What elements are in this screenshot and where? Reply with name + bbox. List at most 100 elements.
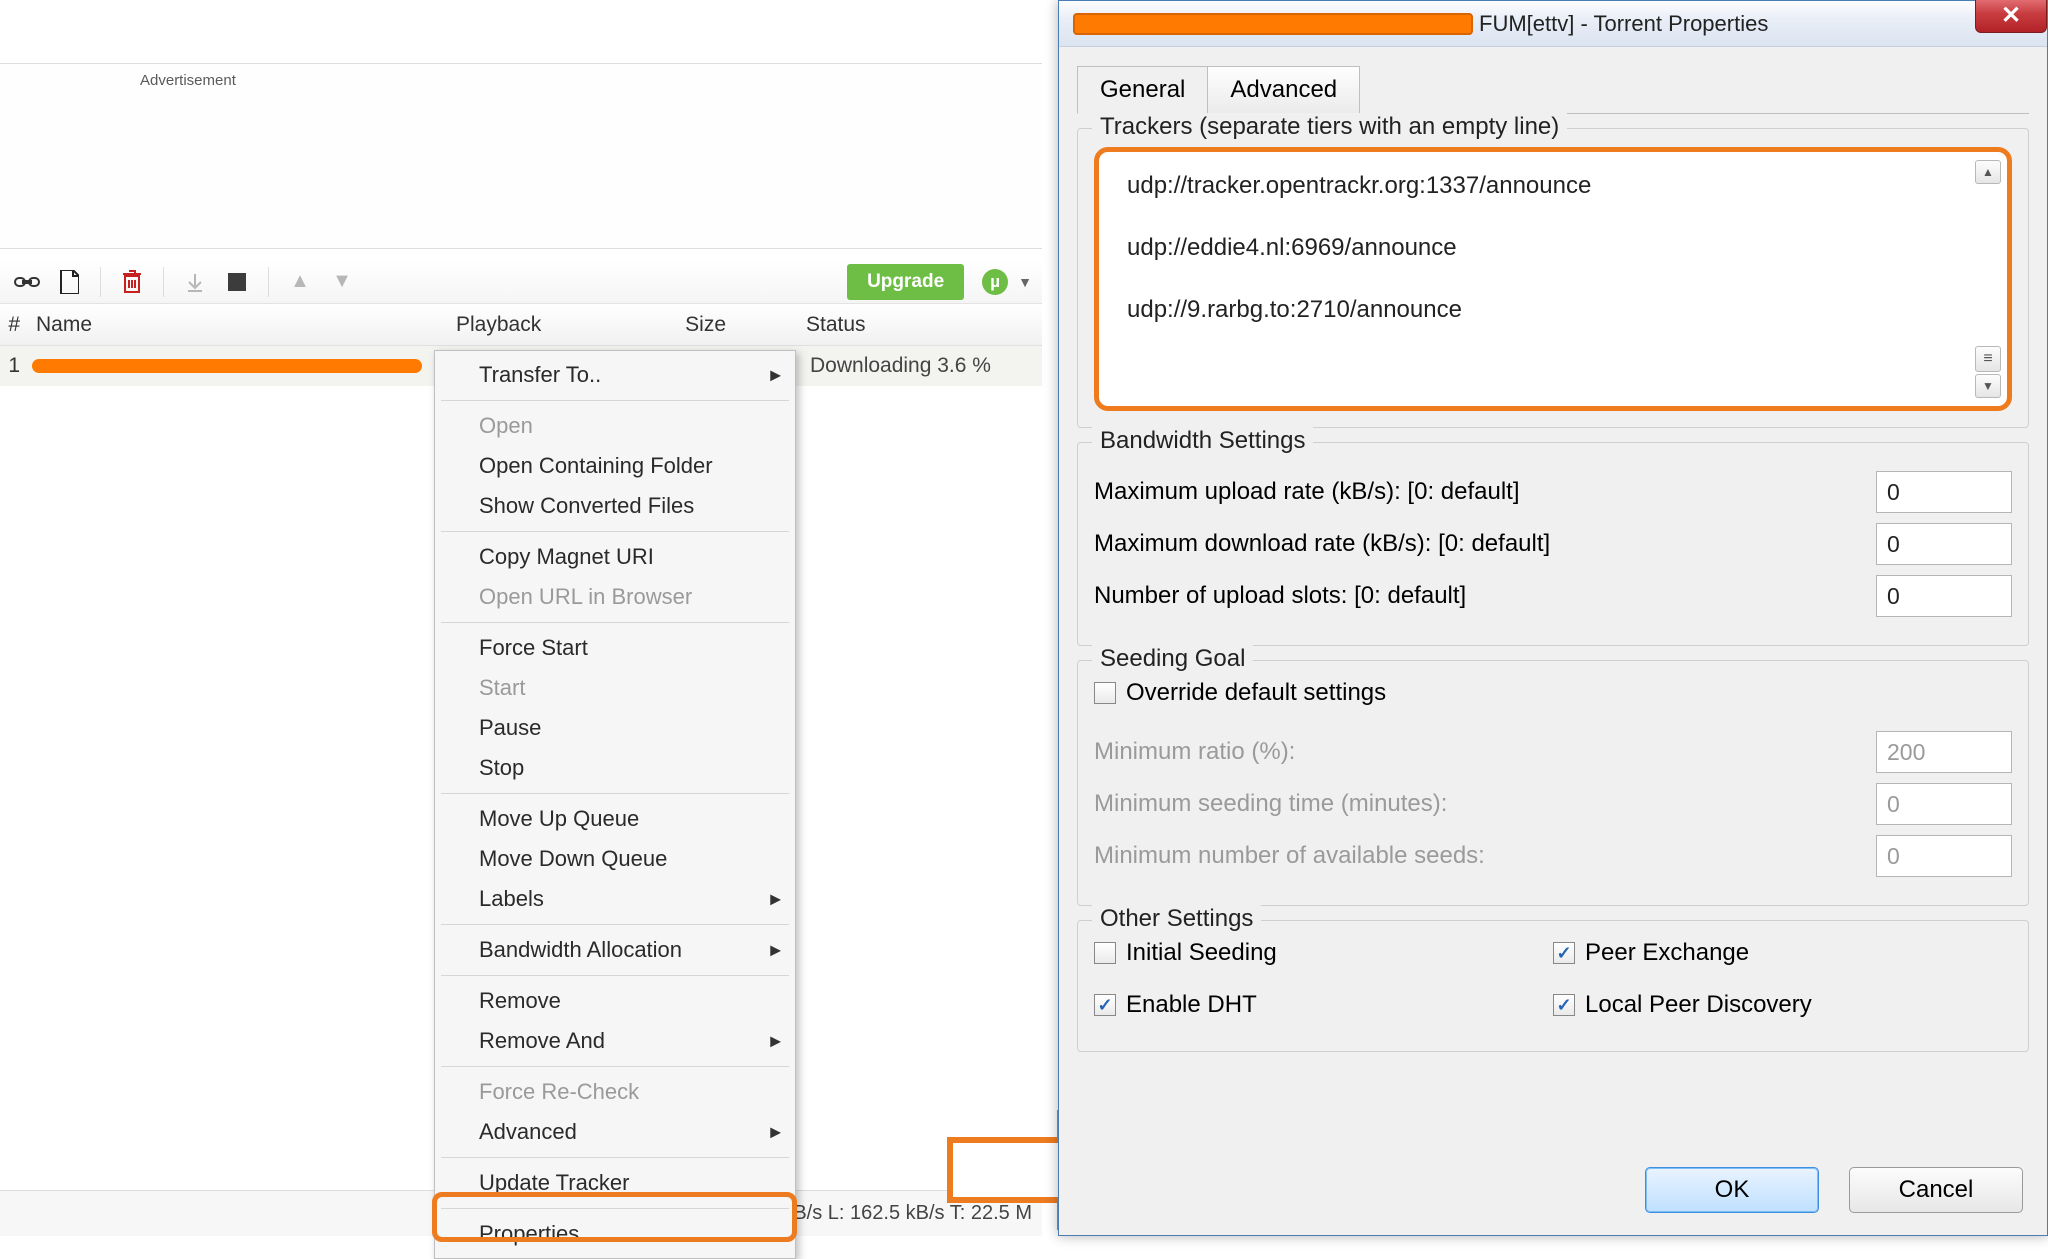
upload-slots-label: Number of upload slots: [0: default] — [1094, 582, 1466, 610]
tracker-entry: udp://9.rarbg.to:2710/announce — [1127, 296, 1979, 324]
menu-copy-magnet-uri[interactable]: Copy Magnet URI — [435, 537, 795, 577]
dialog-buttons: OK Cancel — [1645, 1167, 2023, 1213]
cancel-button[interactable]: Cancel — [1849, 1167, 2023, 1213]
tab-general[interactable]: General — [1077, 66, 1208, 114]
menu-move-up-queue[interactable]: Move Up Queue — [435, 799, 795, 839]
min-seeding-time-input — [1876, 783, 2012, 825]
override-default-checkbox[interactable]: Override default settings — [1094, 679, 1386, 707]
min-available-seeds-input — [1876, 835, 2012, 877]
menu-remove-and[interactable]: Remove And▶ — [435, 1021, 795, 1061]
close-icon: ✕ — [2001, 1, 2021, 30]
trackers-fieldset: Trackers (separate tiers with an empty l… — [1077, 128, 2029, 428]
max-download-input[interactable] — [1876, 523, 2012, 565]
initial-seeding-checkbox[interactable]: Initial Seeding — [1094, 939, 1513, 967]
bandwidth-fieldset: Bandwidth Settings Maximum upload rate (… — [1077, 442, 2029, 646]
menu-update-tracker[interactable]: Update Tracker — [435, 1163, 795, 1203]
textarea-resize-grip-icon[interactable]: ≡ — [1975, 346, 2001, 372]
toolbar-separator — [163, 267, 164, 297]
submenu-arrow-icon: ▶ — [770, 367, 781, 384]
add-torrent-icon[interactable] — [52, 265, 86, 299]
menu-separator — [441, 975, 789, 976]
checkbox-checked-icon: ✓ — [1553, 994, 1575, 1016]
local-peer-discovery-label: Local Peer Discovery — [1585, 991, 1812, 1019]
row-name-redacted — [32, 359, 422, 373]
other-settings-fieldset: Other Settings Initial Seeding ✓ Peer Ex… — [1077, 920, 2029, 1052]
advertisement-panel: Advertisement — [0, 63, 1042, 249]
menu-open-containing-folder[interactable]: Open Containing Folder — [435, 446, 795, 486]
tab-row: General Advanced — [1077, 65, 2029, 114]
upgrade-button[interactable]: Upgrade — [847, 264, 964, 300]
menu-properties[interactable]: Properties — [435, 1214, 795, 1254]
checkbox-checked-icon: ✓ — [1553, 942, 1575, 964]
min-available-seeds-label: Minimum number of available seeds: — [1094, 842, 1485, 870]
max-download-label: Maximum download rate (kB/s): [0: defaul… — [1094, 530, 1550, 558]
min-seeding-time-label: Minimum seeding time (minutes): — [1094, 790, 1447, 818]
submenu-arrow-icon: ▶ — [770, 942, 781, 959]
submenu-arrow-icon: ▶ — [770, 1033, 781, 1050]
close-button[interactable]: ✕ — [1975, 0, 2047, 33]
menu-labels[interactable]: Labels▶ — [435, 879, 795, 919]
menu-transfer-to[interactable]: Transfer To..▶ — [435, 355, 795, 395]
tracker-entry: udp://tracker.opentrackr.org:1337/announ… — [1127, 172, 1979, 200]
checkbox-icon — [1094, 942, 1116, 964]
other-settings-legend: Other Settings — [1092, 905, 1261, 933]
menu-pause[interactable]: Pause — [435, 708, 795, 748]
upload-slots-input[interactable] — [1876, 575, 2012, 617]
menu-separator — [441, 531, 789, 532]
trackers-textarea[interactable]: udp://tracker.opentrackr.org:1337/announ… — [1094, 147, 2012, 411]
dialog-title-redacted — [1073, 13, 1473, 35]
seeding-goal-fieldset: Seeding Goal Override default settings M… — [1077, 660, 2029, 906]
menu-separator — [441, 793, 789, 794]
row-status: Downloading 3.6 % — [810, 354, 991, 378]
row-index: 1 — [0, 354, 26, 378]
col-playback[interactable]: Playback — [456, 313, 626, 337]
menu-stop[interactable]: Stop — [435, 748, 795, 788]
menu-separator — [441, 622, 789, 623]
scroll-up-icon[interactable]: ▲ — [1975, 160, 2001, 184]
submenu-arrow-icon: ▶ — [770, 891, 781, 908]
col-status[interactable]: Status — [746, 313, 1042, 337]
dropdown-caret-icon[interactable]: ▼ — [1018, 274, 1032, 290]
menu-move-down-queue[interactable]: Move Down Queue — [435, 839, 795, 879]
stop-icon[interactable] — [220, 265, 254, 299]
menu-open: Open — [435, 406, 795, 446]
ok-button[interactable]: OK — [1645, 1167, 1819, 1213]
override-default-label: Override default settings — [1126, 679, 1386, 707]
move-down-icon[interactable]: ▼ — [325, 265, 359, 299]
menu-separator — [441, 1157, 789, 1158]
max-upload-input[interactable] — [1876, 471, 2012, 513]
col-index[interactable]: # — [0, 313, 26, 337]
local-peer-discovery-checkbox[interactable]: ✓ Local Peer Discovery — [1553, 991, 1972, 1019]
menu-advanced[interactable]: Advanced▶ — [435, 1112, 795, 1152]
menu-force-recheck: Force Re-Check — [435, 1072, 795, 1112]
menu-show-converted-files[interactable]: Show Converted Files — [435, 486, 795, 526]
dialog-titlebar[interactable]: FUM[ettv] - Torrent Properties ✕ — [1059, 1, 2047, 47]
menu-open-url-in-browser: Open URL in Browser — [435, 577, 795, 617]
submenu-arrow-icon: ▶ — [770, 1124, 781, 1141]
tab-advanced[interactable]: Advanced — [1207, 66, 1360, 114]
delete-icon[interactable] — [115, 265, 149, 299]
add-url-icon[interactable] — [10, 265, 44, 299]
menu-force-start[interactable]: Force Start — [435, 628, 795, 668]
bandwidth-legend: Bandwidth Settings — [1092, 427, 1313, 455]
menu-separator — [441, 400, 789, 401]
col-size[interactable]: Size — [626, 313, 746, 337]
utorrent-logo-icon[interactable]: µ — [982, 269, 1008, 295]
start-icon[interactable] — [178, 265, 212, 299]
properties-dialog: FUM[ettv] - Torrent Properties ✕ General… — [1058, 0, 2048, 1236]
column-headers: # Name Playback Size Status — [0, 304, 1042, 346]
peer-exchange-label: Peer Exchange — [1585, 939, 1749, 967]
menu-separator — [441, 1066, 789, 1067]
max-upload-label: Maximum upload rate (kB/s): [0: default] — [1094, 478, 1520, 506]
col-name[interactable]: Name — [26, 313, 456, 337]
enable-dht-checkbox[interactable]: ✓ Enable DHT — [1094, 991, 1513, 1019]
enable-dht-label: Enable DHT — [1126, 991, 1257, 1019]
dialog-title: FUM[ettv] - Torrent Properties — [1479, 11, 1768, 37]
menu-bandwidth-allocation[interactable]: Bandwidth Allocation▶ — [435, 930, 795, 970]
move-up-icon[interactable]: ▲ — [283, 265, 317, 299]
menu-remove[interactable]: Remove — [435, 981, 795, 1021]
peer-exchange-checkbox[interactable]: ✓ Peer Exchange — [1553, 939, 1972, 967]
toolbar-separator — [100, 267, 101, 297]
menu-separator — [441, 924, 789, 925]
scroll-down-icon[interactable]: ▼ — [1975, 374, 2001, 398]
